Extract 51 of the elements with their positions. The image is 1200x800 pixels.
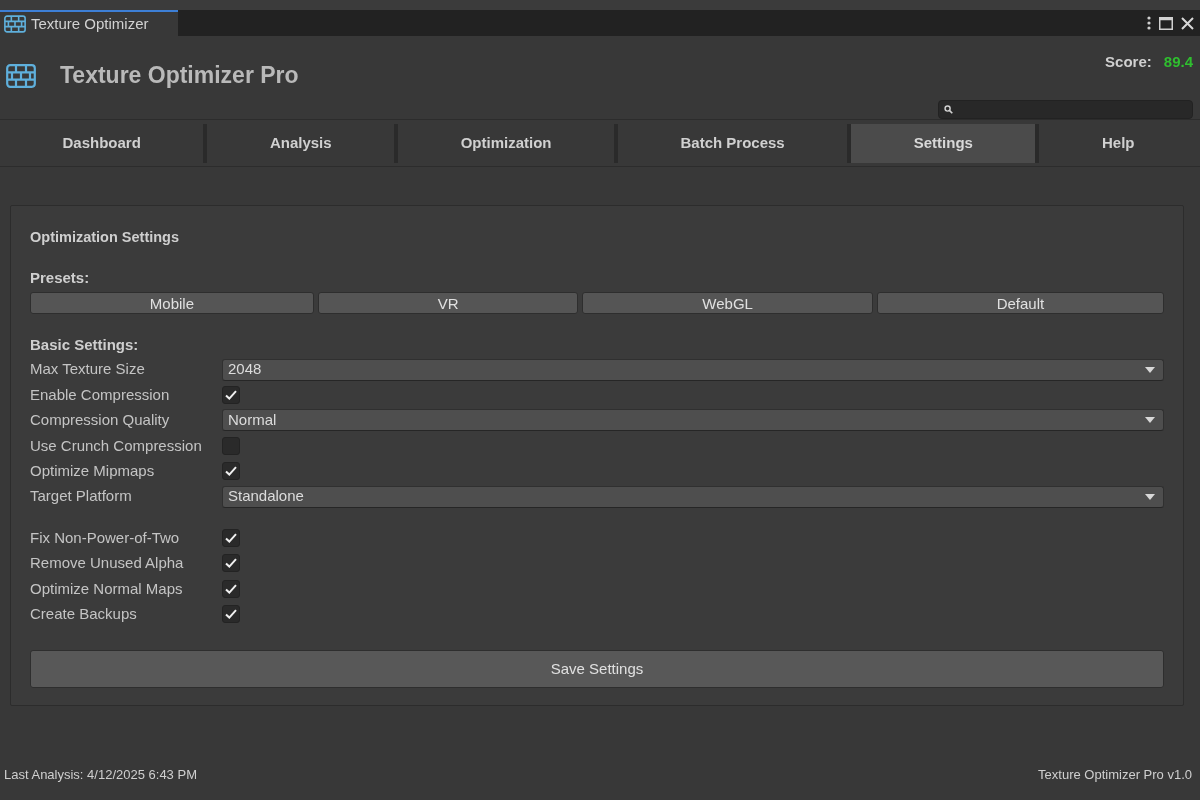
checkbox[interactable]: [222, 605, 240, 624]
checkmark-icon: [225, 533, 237, 544]
version-text: Texture Optimizer Pro v1.0: [1038, 766, 1192, 785]
dropdown[interactable]: Standalone: [222, 485, 1164, 508]
preset-button[interactable]: Mobile: [30, 292, 314, 314]
setting-label: Compression Quality: [30, 410, 171, 431]
panel-title: Optimization Settings: [30, 228, 181, 247]
setting-label: Fix Non-Power-of-Two: [30, 527, 181, 548]
checkbox[interactable]: [222, 554, 240, 573]
caret-down-icon: [1145, 366, 1155, 373]
section-heading: Presets:: [30, 268, 91, 288]
checkmark-icon: [225, 390, 237, 401]
section-heading: Basic Settings:: [30, 335, 140, 355]
search-field[interactable]: [938, 99, 1193, 119]
save-settings-button[interactable]: Save Settings: [30, 649, 1164, 688]
window-tab[interactable]: Texture Optimizer: [0, 10, 178, 36]
setting-label: Enable Compression: [30, 384, 171, 405]
status-text: Last Analysis: 4/12/2025 6:43 PM: [4, 766, 197, 785]
setting-label: Optimize Mipmaps: [30, 461, 156, 481]
checkbox[interactable]: [222, 436, 240, 455]
setting-label: Remove Unused Alpha: [30, 553, 185, 574]
close-icon[interactable]: [1181, 16, 1194, 30]
score-label: Score:: [1105, 52, 1152, 72]
dropdown[interactable]: Normal: [222, 409, 1164, 432]
brick-grid-icon: [4, 15, 26, 33]
kebab-menu-icon[interactable]: [1147, 16, 1151, 30]
setting-label: Optimize Normal Maps: [30, 578, 184, 599]
score-value: 89.4: [1163, 52, 1193, 72]
tab[interactable]: Settings: [847, 124, 1036, 163]
search-icon: [944, 104, 953, 114]
checkbox[interactable]: [222, 579, 240, 598]
caret-down-icon: [1145, 493, 1155, 500]
checkmark-icon: [225, 558, 237, 569]
setting-label: Use Crunch Compression: [30, 435, 203, 456]
checkmark-icon: [225, 609, 237, 620]
checkbox[interactable]: [222, 529, 240, 548]
checkmark-icon: [225, 466, 237, 477]
setting-label: Max Texture Size: [30, 359, 146, 380]
checkbox[interactable]: [222, 462, 240, 481]
preset-button[interactable]: Default: [876, 292, 1165, 314]
caret-down-icon: [1145, 417, 1155, 424]
setting-label: Create Backups: [30, 603, 138, 624]
setting-label: Target Platform: [30, 486, 133, 507]
maximize-icon[interactable]: [1159, 16, 1173, 30]
checkmark-icon: [225, 583, 237, 594]
brick-grid-icon: [6, 63, 36, 88]
app-title: Texture Optimizer Pro: [60, 61, 299, 91]
preset-button[interactable]: VR: [317, 292, 579, 314]
preset-button[interactable]: WebGL: [582, 292, 873, 314]
checkbox[interactable]: [222, 386, 240, 405]
dropdown[interactable]: 2048: [222, 358, 1164, 381]
